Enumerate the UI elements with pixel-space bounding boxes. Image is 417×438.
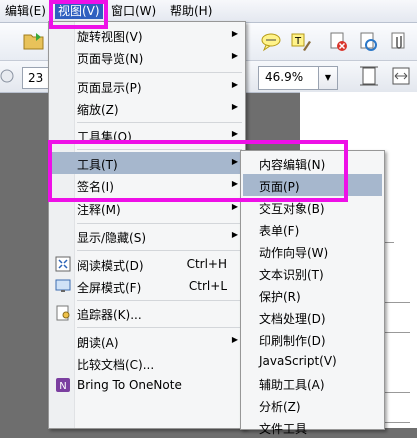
menu-item-javascript[interactable]: JavaScript(V) [243, 350, 382, 372]
menu-item-bring-to-onenote[interactable]: N Bring To OneNote [51, 374, 243, 396]
menu-item-tracker[interactable]: 追踪器(K)... [51, 302, 243, 324]
menu-item-label: 动作向导(W) [259, 246, 329, 260]
menu-item-label: 印刷制作(D) [259, 334, 326, 348]
menu-item-label: 表单(F) [259, 224, 300, 238]
menu-separator [77, 122, 242, 123]
submenu-arrow-icon: ▶ [231, 129, 238, 138]
menu-item-file-tools[interactable]: 文件工具 [243, 416, 382, 438]
menu-item-label: 页面显示(P) [77, 81, 142, 95]
menu-item-compare-documents[interactable]: 比较文档(C)... [51, 352, 243, 374]
menu-separator [77, 223, 242, 224]
menu-item-shortcut: Ctrl+L [188, 279, 227, 293]
menu-item-label: 缩放(Z) [77, 103, 119, 117]
zoom-combobox[interactable]: 46.9% ▼ [258, 66, 338, 90]
menu-item-label: 旋转视图(V) [77, 30, 143, 44]
menu-help[interactable]: 帮助(H) [167, 3, 215, 19]
submenu-arrow-icon: ▶ [231, 80, 238, 89]
submenu-arrow-icon: ▶ [231, 335, 238, 344]
fullscreen-icon [55, 278, 71, 294]
menu-item-label: 文本识别(T) [259, 268, 324, 282]
menu-item-label: 文档处理(D) [259, 312, 326, 326]
menu-item-label: Bring To OneNote [77, 378, 182, 392]
menu-separator [77, 300, 242, 301]
menu-item-label: 页面导览(N) [77, 52, 144, 66]
menu-item-label: 显示/隐藏(S) [77, 231, 147, 245]
attach-doc-icon[interactable] [388, 31, 410, 53]
menu-item-accessibility[interactable]: 辅助工具(A) [243, 372, 382, 394]
menu-item-read-mode[interactable]: 阅读模式(D) Ctrl+H [51, 253, 243, 275]
menu-separator [77, 327, 242, 328]
menu-item-label: 追踪器(K)... [77, 308, 142, 322]
menu-item-show-hide[interactable]: 显示/隐藏(S) ▶ [51, 225, 243, 247]
menu-item-fullscreen[interactable]: 全屏模式(F) Ctrl+L [51, 275, 243, 297]
menu-item-text-recognition[interactable]: 文本识别(T) [243, 262, 382, 284]
menu-item-page-navigation[interactable]: 页面导览(N) ▶ [51, 46, 243, 68]
menu-item-read-aloud[interactable]: 朗读(A) ▶ [51, 330, 243, 352]
menu-separator [77, 250, 242, 251]
menu-item-analyze[interactable]: 分析(Z) [243, 394, 382, 416]
menu-item-print-production[interactable]: 印刷制作(D) [243, 328, 382, 350]
menu-item-label: 阅读模式(D) [77, 259, 144, 273]
menu-item-page-display[interactable]: 页面显示(P) ▶ [51, 75, 243, 97]
menu-item-label: 朗读(A) [77, 336, 119, 350]
menu-separator [77, 72, 242, 73]
menu-item-label: 分析(Z) [259, 400, 301, 414]
tracker-icon [55, 305, 71, 321]
submenu-arrow-icon: ▶ [231, 29, 238, 38]
submenu-arrow-icon: ▶ [231, 202, 238, 211]
text-edit-icon[interactable]: T [290, 31, 312, 53]
chevron-down-icon[interactable]: ▼ [318, 67, 337, 89]
menu-item-label: 比较文档(C)... [77, 358, 155, 372]
submenu-arrow-icon: ▶ [231, 102, 238, 111]
svg-text:T: T [294, 36, 302, 47]
menu-item-label: 全屏模式(F) [77, 281, 142, 295]
menu-edit[interactable]: 编辑(E) [2, 3, 49, 19]
menu-item-action-wizard[interactable]: 动作向导(W) [243, 240, 382, 262]
menu-item-forms[interactable]: 表单(F) [243, 218, 382, 240]
submenu-arrow-icon: ▶ [231, 230, 238, 239]
menu-item-protection[interactable]: 保护(R) [243, 284, 382, 306]
menu-window[interactable]: 窗口(W) [108, 3, 159, 19]
comment-icon[interactable] [260, 31, 282, 53]
previous-page-icon[interactable] [0, 67, 14, 85]
annotation-highlight-tools-pages [48, 140, 348, 202]
refresh-doc-icon[interactable] [358, 31, 380, 53]
view-menu: 旋转视图(V) ▶ 页面导览(N) ▶ 页面显示(P) ▶ 缩放(Z) ▶ 工具… [48, 21, 246, 429]
onenote-icon: N [55, 377, 71, 393]
open-folder-icon[interactable] [22, 29, 46, 53]
menu-item-label: 文件工具 [259, 422, 308, 436]
svg-text:N: N [59, 381, 66, 392]
zoom-value: 46.9% [265, 70, 304, 84]
fit-page-icon[interactable] [358, 65, 380, 87]
menu-item-label: JavaScript(V) [259, 354, 337, 368]
read-mode-icon [55, 256, 71, 272]
menu-item-zoom[interactable]: 缩放(Z) ▶ [51, 97, 243, 119]
menu-item-shortcut: Ctrl+H [186, 257, 227, 271]
menu-item-label: 注释(M) [77, 203, 121, 217]
menu-item-label: 辅助工具(A) [259, 378, 325, 392]
submenu-arrow-icon: ▶ [231, 51, 238, 60]
annotation-highlight-view-menu [49, 0, 108, 29]
fit-width-icon[interactable] [390, 65, 412, 87]
remove-doc-icon[interactable] [328, 31, 350, 53]
menu-item-document-processing[interactable]: 文档处理(D) [243, 306, 382, 328]
menu-item-label: 保护(R) [259, 290, 301, 304]
menu-item-label: 交互对象(B) [259, 202, 325, 216]
